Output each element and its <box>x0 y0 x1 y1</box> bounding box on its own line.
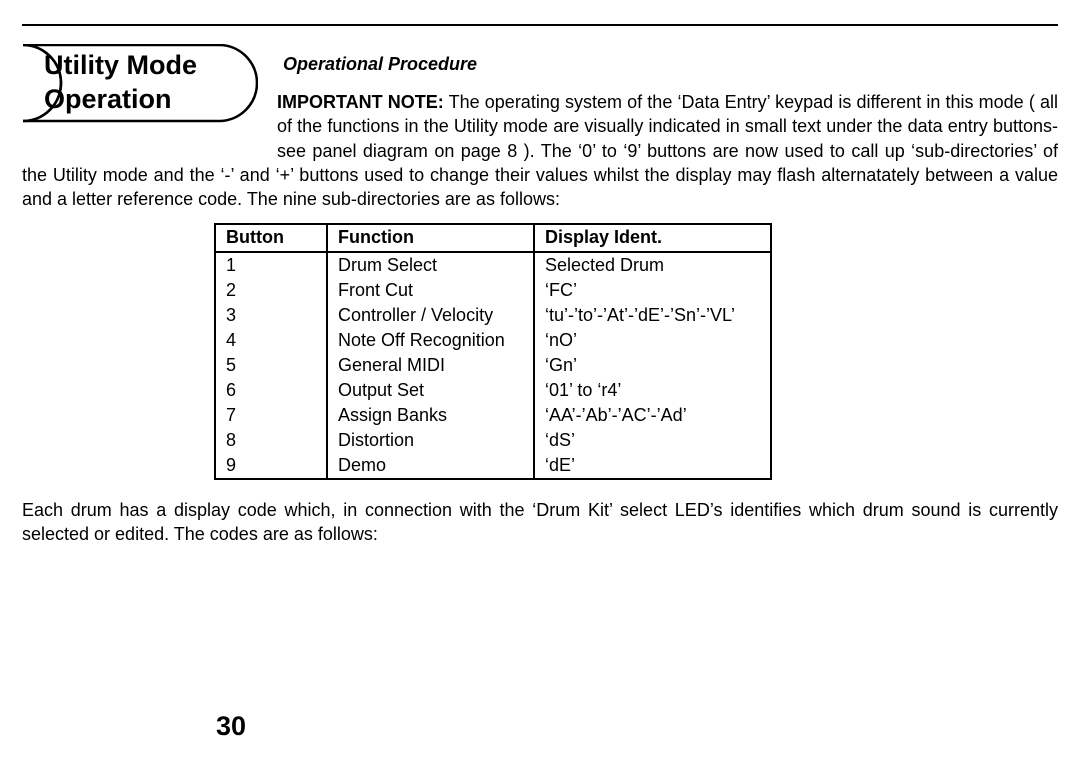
table-row: 6Output Set‘01’ to ‘r4’ <box>215 378 771 403</box>
section-title-line1: Utility Mode <box>44 50 197 80</box>
th-display-ident: Display Ident. <box>534 224 771 251</box>
table-row: 7Assign Banks‘AA’-’Ab’-’AC’-’Ad’ <box>215 403 771 428</box>
table-row: 4Note Off Recognition‘nO’ <box>215 328 771 353</box>
table-row: 5General MIDI‘Gn’ <box>215 353 771 378</box>
manual-page: Utility Mode Operation Operational Proce… <box>0 0 1080 762</box>
body-column: IMPORTANT NOTE: The operating system of … <box>22 90 1058 546</box>
th-function: Function <box>327 224 534 251</box>
paragraph-2: Each drum has a display code which, in c… <box>22 498 1058 547</box>
table-row: 2Front Cut‘FC’ <box>215 278 771 303</box>
important-note-label: IMPORTANT NOTE: <box>277 92 444 112</box>
tab-wrap-spacer <box>22 90 277 148</box>
table-body: 1Drum SelectSelected Drum 2Front Cut‘FC’… <box>215 252 771 479</box>
section-subtitle: Operational Procedure <box>283 54 477 75</box>
subdirectory-table: Button Function Display Ident. 1Drum Sel… <box>214 223 772 479</box>
table-row: 9Demo‘dE’ <box>215 453 771 479</box>
table-header-row: Button Function Display Ident. <box>215 224 771 251</box>
page-number: 30 <box>216 711 246 742</box>
top-rule <box>22 24 1058 26</box>
paragraph-1: IMPORTANT NOTE: The operating system of … <box>22 90 1058 211</box>
table-row: 8Distortion‘dS’ <box>215 428 771 453</box>
table-row: 3Controller / Velocity‘tu’-’to’-’At’-’dE… <box>215 303 771 328</box>
table-row: 1Drum SelectSelected Drum <box>215 252 771 278</box>
th-button: Button <box>215 224 327 251</box>
